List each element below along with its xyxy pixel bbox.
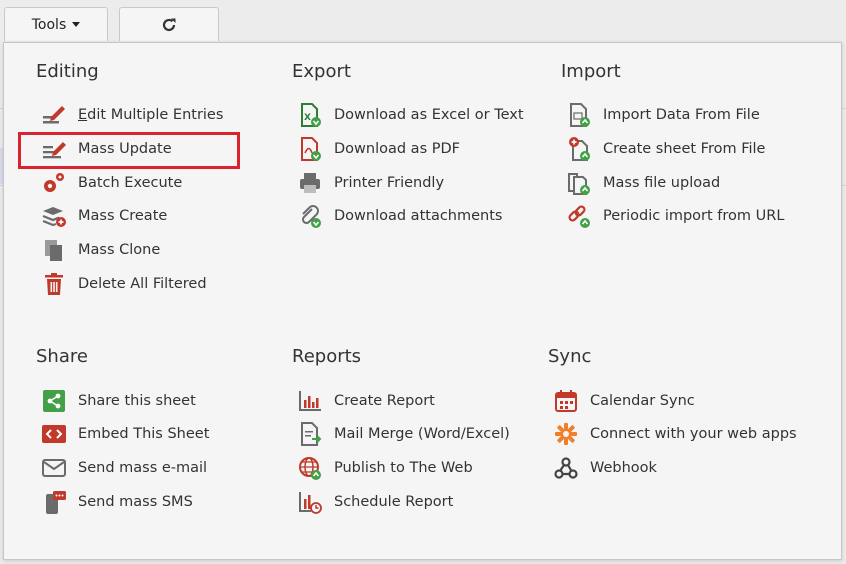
edit-multiple-icon <box>43 106 65 124</box>
paperclip-icon <box>301 205 321 228</box>
menu-item-embed-sheet[interactable]: Embed This Sheet <box>40 419 209 449</box>
section-title-editing: Editing <box>36 61 99 82</box>
menu-item-batch-execute[interactable]: Batch Execute <box>40 168 182 198</box>
menu-item-periodic-import-url[interactable]: Periodic import from URL <box>565 201 784 231</box>
create-sheet-icon <box>569 137 590 161</box>
mail-merge-icon <box>301 422 322 446</box>
share-icon <box>43 390 65 412</box>
pdf-download-icon <box>301 137 321 161</box>
menu-item-send-mass-sms[interactable]: Send mass SMS <box>40 487 193 517</box>
highlight-box <box>18 132 240 169</box>
menu-item-schedule-report[interactable]: Schedule Report <box>296 487 453 517</box>
embed-code-icon <box>42 425 66 443</box>
menu-item-calendar-sync[interactable]: Calendar Sync <box>552 386 695 416</box>
menu-item-download-excel[interactable]: X Download as Excel or Text <box>296 100 524 130</box>
printer-icon <box>300 173 320 193</box>
menu-item-mass-clone[interactable]: Mass Clone <box>40 235 160 265</box>
calendar-icon <box>555 390 577 412</box>
tools-dropdown-panel: Editing Edit Multiple Entries Mass Updat… <box>3 42 842 560</box>
clone-icon <box>45 240 62 261</box>
menu-item-publish-web[interactable]: Publish to The Web <box>296 453 473 483</box>
zapier-asterisk-icon <box>555 423 577 445</box>
link-icon <box>568 205 590 228</box>
refresh-icon <box>162 18 176 31</box>
menu-item-share-sheet[interactable]: Share this sheet <box>40 386 196 416</box>
menu-item-mail-merge[interactable]: Mail Merge (Word/Excel) <box>296 419 510 449</box>
menu-item-download-attachments[interactable]: Download attachments <box>296 201 502 231</box>
trash-icon <box>45 273 63 295</box>
tools-button-label: Tools <box>31 16 67 33</box>
menu-item-create-report[interactable]: Create Report <box>296 386 435 416</box>
menu-item-download-pdf[interactable]: Download as PDF <box>296 134 460 164</box>
svg-text:X: X <box>304 113 311 123</box>
excel-download-icon: X <box>301 103 321 127</box>
menu-item-import-data[interactable]: Import Data From File <box>565 100 760 130</box>
section-title-reports: Reports <box>292 346 362 367</box>
section-title-import: Import <box>561 61 621 82</box>
envelope-icon <box>42 459 66 477</box>
gears-icon <box>44 173 64 192</box>
section-title-share: Share <box>36 346 88 367</box>
menu-item-mass-create[interactable]: Mass Create <box>40 201 167 231</box>
menu-item-edit-multiple-entries[interactable]: Edit Multiple Entries <box>40 100 223 130</box>
bar-chart-icon <box>299 391 321 411</box>
menu-item-webhook[interactable]: Webhook <box>552 453 657 483</box>
menu-item-mass-file-upload[interactable]: Mass file upload <box>565 168 720 198</box>
layers-add-icon <box>42 207 66 227</box>
caret-down-icon <box>72 22 81 27</box>
webhook-icon <box>554 457 578 479</box>
globe-icon <box>299 457 321 480</box>
file-import-icon <box>570 103 590 127</box>
refresh-button[interactable] <box>119 7 219 41</box>
menu-item-send-mass-email[interactable]: Send mass e-mail <box>40 453 207 483</box>
schedule-report-icon <box>299 492 322 514</box>
menu-item-printer-friendly[interactable]: Printer Friendly <box>296 168 444 198</box>
menu-item-connect-web-apps[interactable]: Connect with your web apps <box>552 419 797 449</box>
menu-item-create-sheet-from-file[interactable]: Create sheet From File <box>565 134 765 164</box>
section-title-export: Export <box>292 61 351 82</box>
menu-item-delete-all-filtered[interactable]: Delete All Filtered <box>40 269 207 299</box>
files-upload-icon <box>568 173 590 195</box>
section-title-sync: Sync <box>548 346 592 367</box>
sms-phone-icon <box>46 491 66 514</box>
tools-button[interactable]: Tools <box>4 7 108 41</box>
